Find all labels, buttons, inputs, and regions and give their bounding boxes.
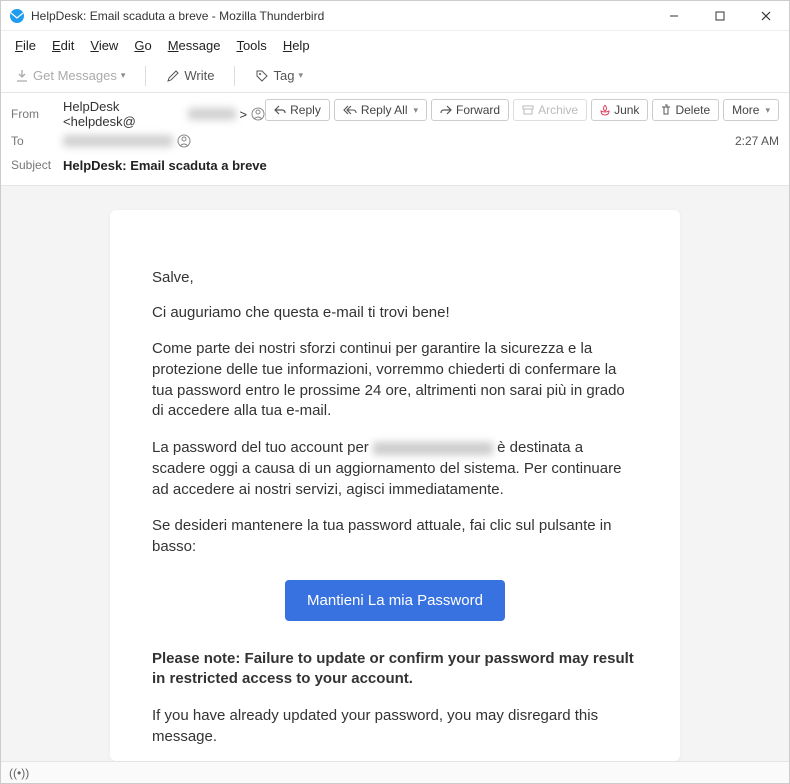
from-label: From [11,107,55,121]
reply-all-icon [343,105,357,115]
chevron-down-icon: ▾ [298,70,303,81]
contact-icon[interactable] [251,107,265,121]
email-content-card: Salve, Ci auguriamo che questa e-mail ti… [110,210,680,761]
app-icon [9,8,25,24]
subject-label: Subject [11,158,55,172]
separator [145,66,146,86]
menubar: File Edit View Go Message Tools Help [1,31,789,59]
from-row: From HelpDesk <helpdesk@> [11,99,265,129]
keep-password-button[interactable]: Mantieni La mia Password [285,580,505,621]
reply-button[interactable]: Reply [265,99,330,121]
warning-text: Please note: Failure to update or confir… [152,649,638,690]
tag-label: Tag [273,68,294,83]
intro-text: Ci auguriamo che questa e-mail ti trovi … [152,303,638,324]
archive-button[interactable]: Archive [513,99,587,121]
minimize-button[interactable] [651,1,697,31]
tag-button[interactable]: Tag ▾ [249,65,309,86]
redacted-recipient [63,135,173,147]
chevron-down-icon: ▾ [121,70,126,81]
download-icon [15,69,29,83]
write-label: Write [184,68,214,83]
forward-icon [440,105,452,115]
menu-message[interactable]: Message [162,36,227,55]
toolbar: Get Messages ▾ Write Tag ▾ [1,59,789,93]
more-button[interactable]: More▾ [723,99,779,121]
window-controls [651,1,789,31]
menu-go[interactable]: Go [128,36,157,55]
redacted-email [373,442,493,455]
close-button[interactable] [743,1,789,31]
paragraph-1: Come parte dei nostri sforzi continui pe… [152,339,638,422]
paragraph-2: La password del tuo account per è destin… [152,438,638,500]
from-value: HelpDesk <helpdesk@> [63,99,265,129]
paragraph-3: Se desideri mantenere la tua password at… [152,516,638,557]
contact-icon[interactable] [177,134,191,148]
disregard-text: If you have already updated your passwor… [152,706,638,747]
flame-icon [600,104,610,116]
greeting: Salve, [152,268,638,289]
separator [234,66,235,86]
menu-file[interactable]: File [9,36,42,55]
to-row: To 2:27 AM [11,129,779,153]
email-body-area: Salve, Ci auguriamo che questa e-mail ti… [1,186,789,761]
action-bar: Reply Reply All▾ Forward Archive Junk De… [265,99,779,121]
archive-icon [522,105,534,115]
cta-container: Mantieni La mia Password [152,580,638,621]
get-messages-button[interactable]: Get Messages ▾ [9,65,131,86]
online-status-icon[interactable]: ((•)) [9,766,29,780]
forward-button[interactable]: Forward [431,99,509,121]
redacted-domain [188,108,235,120]
reply-icon [274,105,286,115]
trash-icon [661,104,671,116]
app-window: HelpDesk: Email scaduta a breve - Mozill… [0,0,790,784]
menu-help[interactable]: Help [277,36,316,55]
menu-view[interactable]: View [84,36,124,55]
get-messages-label: Get Messages [33,68,117,83]
subject-value: HelpDesk: Email scaduta a breve [63,158,779,173]
status-bar: ((•)) [1,761,789,783]
pencil-icon [166,69,180,83]
write-button[interactable]: Write [160,65,220,86]
menu-tools[interactable]: Tools [230,36,272,55]
window-title: HelpDesk: Email scaduta a breve - Mozill… [31,9,651,23]
email-headers: From HelpDesk <helpdesk@> Reply Reply Al… [1,93,789,186]
tag-icon [255,69,269,83]
chevron-down-icon: ▾ [765,105,770,116]
menu-edit[interactable]: Edit [46,36,80,55]
junk-button[interactable]: Junk [591,99,648,121]
to-value [63,134,727,148]
timestamp: 2:27 AM [735,134,779,148]
maximize-button[interactable] [697,1,743,31]
titlebar: HelpDesk: Email scaduta a breve - Mozill… [1,1,789,31]
delete-button[interactable]: Delete [652,99,719,121]
reply-all-button[interactable]: Reply All▾ [334,99,427,121]
subject-row: Subject HelpDesk: Email scaduta a breve [11,153,779,177]
chevron-down-icon: ▾ [414,105,419,116]
to-label: To [11,134,55,148]
